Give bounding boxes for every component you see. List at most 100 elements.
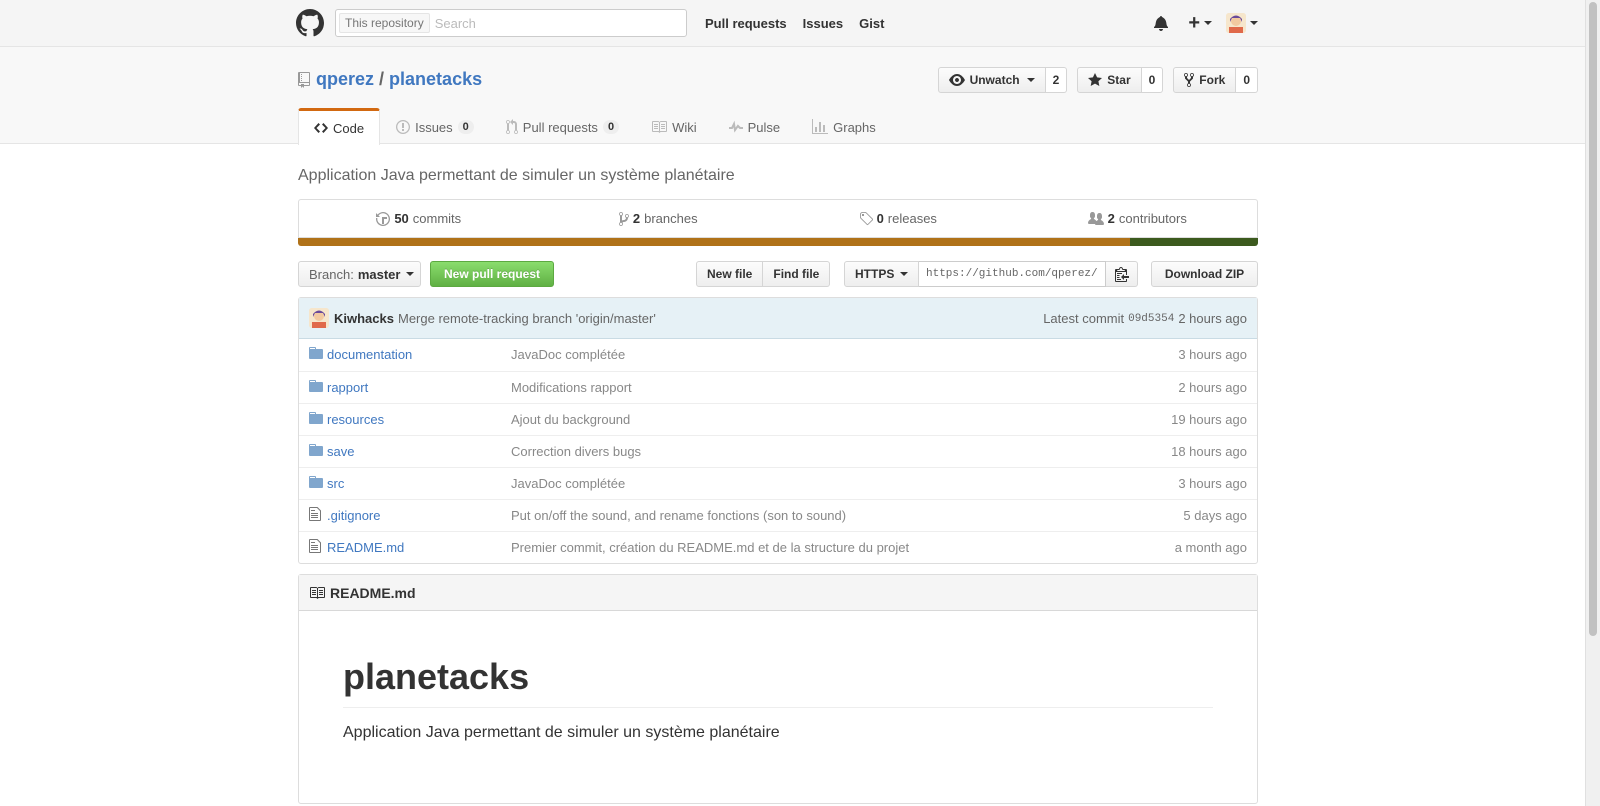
readme-filename: README.md: [330, 584, 416, 601]
organization-icon: [1087, 211, 1104, 227]
tab-label: Graphs: [833, 119, 876, 135]
fork-button[interactable]: Fork: [1173, 67, 1237, 93]
unwatch-label: Unwatch: [969, 73, 1020, 87]
code-icon: [314, 120, 328, 136]
eye-icon: [948, 72, 965, 88]
clone-url-input[interactable]: [919, 261, 1106, 287]
tab-label: Pulse: [747, 119, 781, 135]
file-commit-message[interactable]: Premier commit, création du README.md et…: [511, 540, 909, 555]
clone-protocol-select[interactable]: HTTPS: [844, 261, 919, 287]
file-age: 18 hours ago: [1171, 443, 1247, 459]
file-name-link[interactable]: rapport: [327, 380, 368, 395]
file-age: 3 hours ago: [1178, 347, 1247, 363]
table-row: documentation JavaDoc complétée 3 hours ag…: [299, 339, 1257, 371]
file-commit-message[interactable]: JavaDoc complétée: [511, 476, 625, 491]
file-list: Kiwhacks Merge remote-tracking branch 'o…: [298, 297, 1258, 564]
file-name-link[interactable]: src: [327, 476, 344, 491]
table-row: rapport Modifications rapport 2 hours ago: [299, 370, 1257, 403]
commit-author[interactable]: Kiwhacks: [334, 311, 394, 326]
commits-count: 50: [394, 211, 409, 226]
repo-description: Application Java permettant de simuler u…: [298, 167, 735, 184]
numbers-summary: 50 commits 2 branches 0 releases 2 contr…: [298, 199, 1258, 238]
tab-issues[interactable]: Issues 0: [380, 108, 490, 145]
clipboard-icon[interactable]: [1106, 261, 1138, 287]
contributors-link[interactable]: 2 contributors: [1018, 200, 1258, 237]
tab-pull-requests[interactable]: Pull requests 0: [490, 108, 635, 145]
user-menu[interactable]: [1226, 13, 1258, 33]
tab-pulse[interactable]: Pulse: [713, 108, 797, 145]
file-age: 3 hours ago: [1178, 475, 1247, 491]
readme-heading: planetacks: [343, 656, 1213, 709]
nav-gist[interactable]: Gist: [859, 16, 884, 31]
branch-icon: [618, 211, 629, 227]
scrollbar-thumb[interactable]: [1589, 2, 1597, 636]
file-age: a month ago: [1174, 539, 1247, 555]
chevron-down-icon: [900, 272, 909, 276]
repo-owner-link[interactable]: qperez: [316, 69, 374, 90]
pull-request-icon: [505, 119, 518, 135]
nav-pull-requests[interactable]: Pull requests: [705, 16, 787, 31]
folder-icon: [309, 379, 323, 397]
create-new-plus-icon[interactable]: +: [1188, 13, 1212, 33]
notifications-bell-icon[interactable]: [1154, 15, 1169, 31]
page-scrollbar[interactable]: [1585, 0, 1600, 806]
file-commit-message[interactable]: Ajout du background: [511, 412, 630, 427]
stargazers-count[interactable]: 0: [1141, 67, 1164, 93]
language-bar[interactable]: [298, 238, 1258, 246]
releases-link[interactable]: 0 releases: [778, 200, 1018, 237]
branch-select-button[interactable]: Branch: master: [298, 261, 421, 287]
branches-link[interactable]: 2 branches: [539, 200, 779, 237]
watchers-count[interactable]: 2: [1045, 67, 1068, 93]
file-commit-message[interactable]: JavaDoc complétée: [511, 347, 625, 362]
github-logo-icon[interactable]: [296, 9, 324, 37]
file-age: 19 hours ago: [1171, 411, 1247, 427]
file-age: 5 days ago: [1183, 507, 1247, 523]
search-input[interactable]: [434, 15, 675, 31]
find-file-button[interactable]: Find file: [763, 261, 831, 287]
repo-content: Application Java permettant de simuler u…: [298, 144, 1258, 804]
file-commit-message[interactable]: Modifications rapport: [511, 380, 632, 395]
unwatch-button[interactable]: Unwatch: [937, 67, 1046, 93]
tab-wiki[interactable]: Wiki: [635, 108, 713, 145]
table-row: .gitignore Put on/off the sound, and rena…: [299, 498, 1257, 531]
repo-nav: Code Issues 0 Pull requests 0 Wiki Pulse…: [298, 108, 892, 145]
tab-label: Code: [333, 120, 365, 136]
file-name-link[interactable]: .gitignore: [327, 508, 380, 523]
commit-message[interactable]: Merge remote-tracking branch 'origin/mas…: [398, 311, 656, 326]
tab-graphs[interactable]: Graphs: [796, 108, 892, 145]
file-name-link[interactable]: resources: [327, 412, 384, 427]
commits-label: commits: [412, 211, 462, 226]
file-commit-message[interactable]: Put on/off the sound, and rename fonctio…: [511, 508, 846, 523]
file-name-link[interactable]: documentation: [327, 347, 412, 362]
commit-age: 2 hours ago: [1178, 311, 1247, 326]
repo-icon: [298, 71, 310, 88]
readme-header: README.md: [299, 575, 1257, 611]
nav-issues[interactable]: Issues: [803, 16, 843, 31]
folder-icon: [309, 443, 323, 461]
table-row: save Correction divers bugs 18 hours ago: [299, 434, 1257, 467]
pulse-icon: [728, 119, 743, 135]
avatar: [1226, 13, 1246, 33]
file-icon: [309, 538, 321, 557]
repo-name-link[interactable]: planetacks: [389, 69, 482, 90]
new-pull-request-button[interactable]: New pull request: [430, 261, 554, 287]
star-button[interactable]: Star: [1077, 67, 1142, 93]
file-commit-message[interactable]: Correction divers bugs: [511, 444, 641, 459]
contributors-label: contributors: [1118, 211, 1187, 226]
tab-code[interactable]: Code: [298, 108, 381, 145]
search-box: This repository: [335, 9, 687, 37]
new-file-button[interactable]: New file: [696, 261, 764, 287]
chevron-down-icon: [406, 272, 415, 276]
avatar[interactable]: [309, 308, 329, 328]
table-row: src JavaDoc complétée 3 hours ago: [299, 466, 1257, 499]
download-zip-button[interactable]: Download ZIP: [1151, 261, 1258, 287]
chevron-down-icon: [1026, 78, 1035, 82]
table-row: resources Ajout du background 19 hours ago: [299, 402, 1257, 435]
book-icon: [309, 585, 325, 601]
file-name-link[interactable]: save: [327, 444, 354, 459]
commits-link[interactable]: 50 commits: [299, 200, 539, 237]
forks-count[interactable]: 0: [1236, 67, 1258, 93]
pull-requests-counter: 0: [602, 120, 620, 134]
commit-sha[interactable]: 09d5354: [1128, 313, 1174, 325]
file-name-link[interactable]: README.md: [327, 540, 404, 555]
